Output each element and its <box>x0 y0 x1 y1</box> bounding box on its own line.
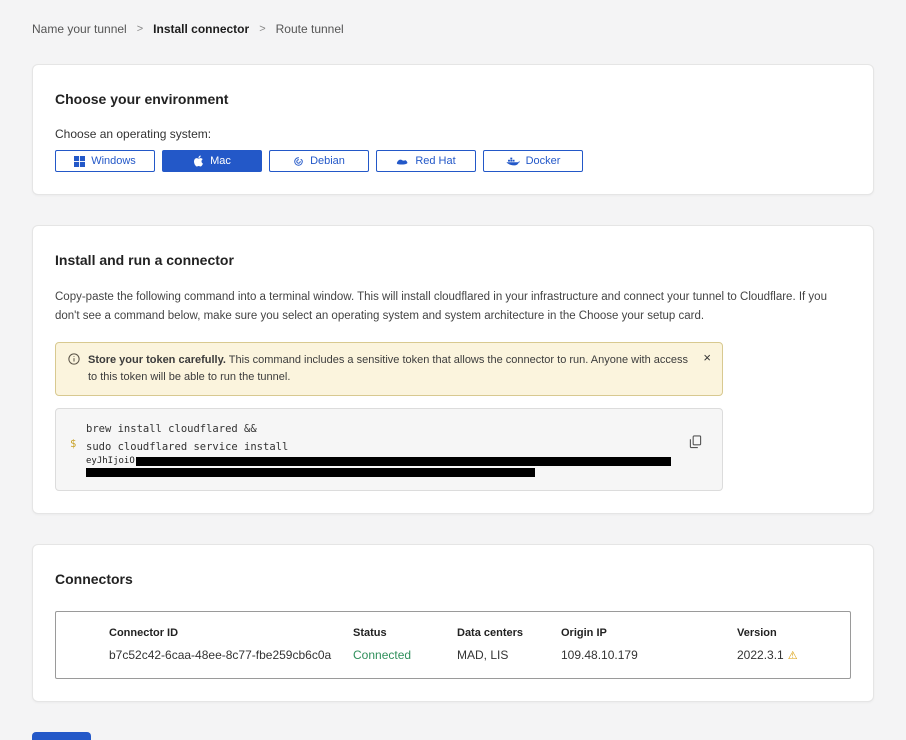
os-button-debian[interactable]: Debian <box>269 150 369 172</box>
os-button-label: Debian <box>310 155 345 167</box>
warning-message: Store your token carefully. This command… <box>88 352 688 386</box>
breadcrumb-item-route-tunnel[interactable]: Route tunnel <box>276 22 344 36</box>
warning-bold-text: Store your token carefully. <box>88 354 226 366</box>
column-header-data-centers: Data centers <box>457 627 561 639</box>
token-warning-banner: Store your token carefully. This command… <box>55 342 723 396</box>
token-prefix: eyJhIjoiO <box>86 456 135 467</box>
column-header-version: Version <box>737 627 840 639</box>
connector-id-cell: b7c52c42-6caa-48ee-8c77-fbe259cb6c0a <box>109 648 353 662</box>
origin-ip-cell: 109.48.10.179 <box>561 648 737 662</box>
copy-icon[interactable] <box>689 435 702 452</box>
os-label: Choose an operating system: <box>55 127 851 141</box>
shell-prompt: $ <box>70 420 80 480</box>
connectors-card-title: Connectors <box>55 571 851 587</box>
environment-card: Choose your environment Choose an operat… <box>32 64 874 195</box>
os-button-label: Docker <box>526 155 561 167</box>
column-header-status: Status <box>353 627 457 639</box>
redhat-icon <box>396 157 409 166</box>
install-card-title: Install and run a connector <box>55 252 851 268</box>
breadcrumb: Name your tunnel > Install connector > R… <box>32 22 874 36</box>
os-button-label: Red Hat <box>415 155 455 167</box>
os-button-mac[interactable]: Mac <box>162 150 262 172</box>
code-block: $ brew install cloudflared && sudo cloud… <box>55 408 723 491</box>
data-centers-cell: MAD, LIS <box>457 648 561 662</box>
breadcrumb-item-name-your-tunnel[interactable]: Name your tunnel <box>32 22 127 36</box>
breadcrumb-separator: > <box>137 23 143 35</box>
version-warning-icon: ⚠ <box>788 649 798 662</box>
docker-icon <box>506 156 520 166</box>
environment-card-title: Choose your environment <box>55 91 851 107</box>
breadcrumb-separator: > <box>259 23 265 35</box>
warning-close-button[interactable]: × <box>703 351 711 364</box>
os-button-label: Mac <box>210 155 231 167</box>
os-button-windows[interactable]: Windows <box>55 150 155 172</box>
redacted-token-bar-1 <box>136 457 671 466</box>
apple-icon <box>193 155 204 167</box>
install-card: Install and run a connector Copy-paste t… <box>32 225 874 514</box>
windows-icon <box>74 156 85 167</box>
version-value: 2022.3.1 <box>737 648 784 662</box>
column-header-connector-id: Connector ID <box>109 627 353 639</box>
os-button-docker[interactable]: Docker <box>483 150 583 172</box>
code-lines: brew install cloudflared && sudo cloudfl… <box>86 420 671 480</box>
table-row: b7c52c42-6caa-48ee-8c77-fbe259cb6c0a Con… <box>109 648 840 662</box>
version-cell: 2022.3.1 ⚠ <box>737 648 840 662</box>
table-header-row: Connector ID Status Data centers Origin … <box>109 627 840 639</box>
os-button-group: Windows Mac Debian Red Hat <box>55 150 851 172</box>
token-line: eyJhIjoiO <box>86 456 671 467</box>
debian-icon <box>293 156 304 167</box>
os-button-label: Windows <box>91 155 136 167</box>
breadcrumb-item-install-connector[interactable]: Install connector <box>153 22 249 36</box>
connectors-card: Connectors Connector ID Status Data cent… <box>32 544 874 702</box>
page: Name your tunnel > Install connector > R… <box>0 0 906 740</box>
column-header-origin-ip: Origin IP <box>561 627 737 639</box>
code-line-2: sudo cloudflared service install <box>86 438 671 456</box>
install-description: Copy-paste the following command into a … <box>55 288 851 326</box>
status-cell: Connected <box>353 648 457 662</box>
next-button[interactable]: Next <box>32 732 91 740</box>
redacted-token-bar-2 <box>86 468 535 477</box>
os-button-redhat[interactable]: Red Hat <box>376 150 476 172</box>
connectors-table: Connector ID Status Data centers Origin … <box>55 611 851 679</box>
code-line-1: brew install cloudflared && <box>86 420 671 438</box>
info-icon <box>68 353 80 371</box>
